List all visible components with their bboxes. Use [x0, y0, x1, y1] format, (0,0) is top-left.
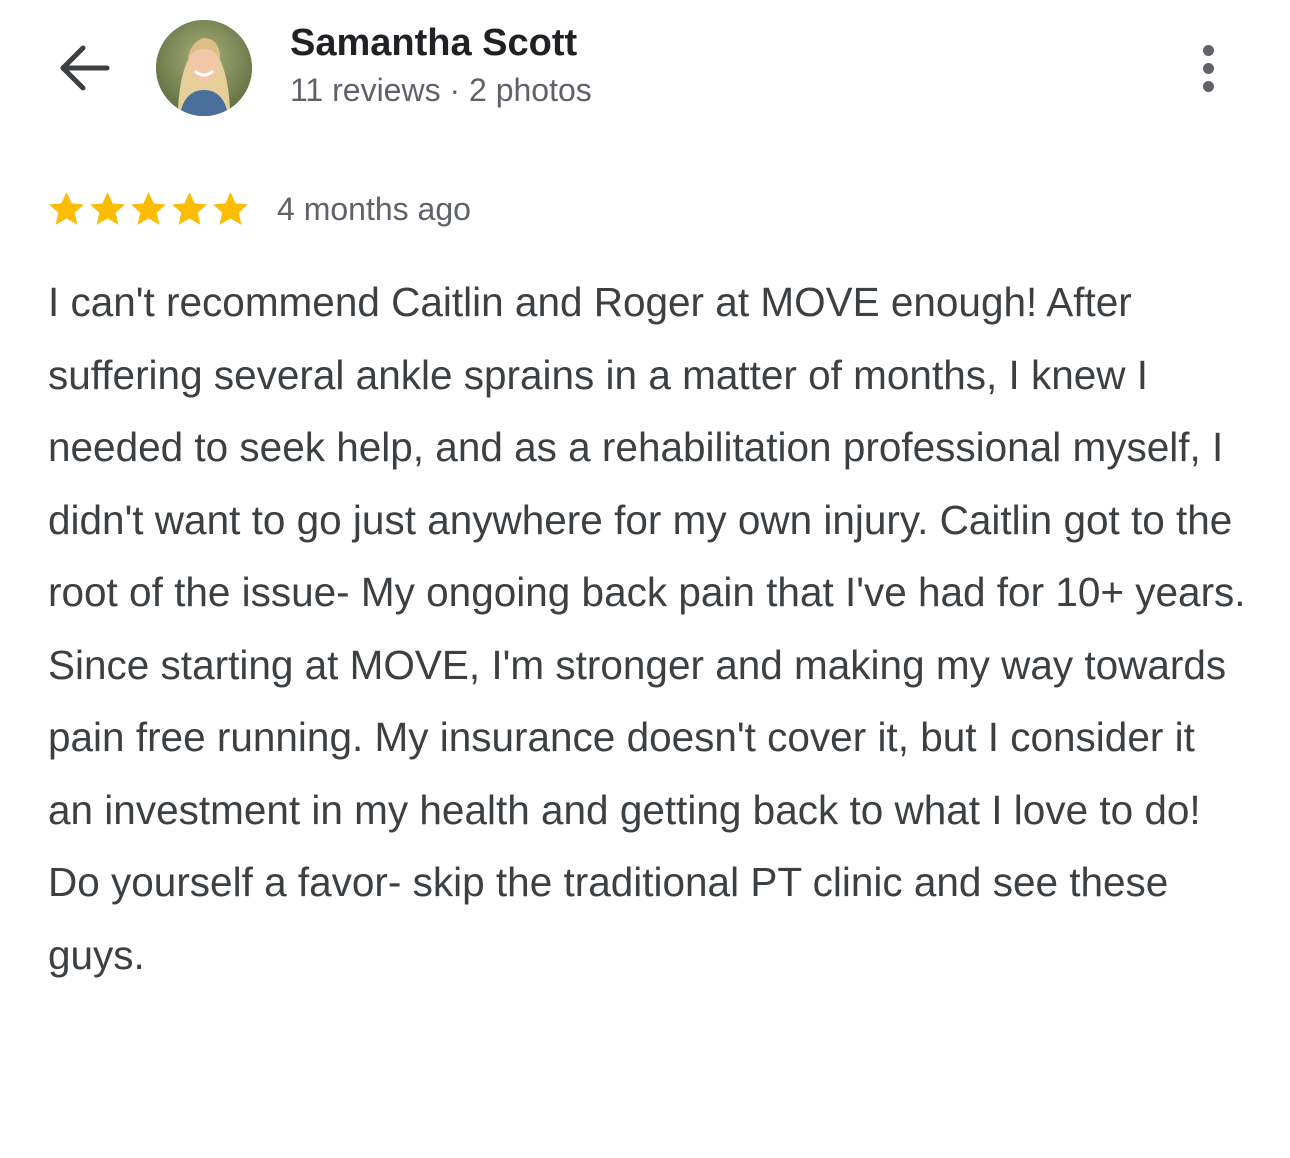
more-options-button[interactable]: [1186, 36, 1230, 100]
rating-row: 4 months ago: [46, 186, 471, 232]
star-icon: [213, 191, 248, 225]
star-icon: [172, 191, 207, 225]
star-icon: [90, 191, 125, 225]
back-button[interactable]: [52, 38, 116, 98]
star-icon: [49, 191, 84, 225]
review-text: I can't recommend Caitlin and Roger at M…: [48, 279, 1246, 978]
more-vertical-icon-dot: [1202, 62, 1214, 74]
review-header: Samantha Scott 11 reviews · 2 photos: [0, 0, 1290, 140]
avatar[interactable]: [156, 20, 252, 116]
reviewer-name[interactable]: Samantha Scott: [290, 22, 577, 65]
more-vertical-icon: [1202, 44, 1214, 56]
more-vertical-icon-dot: [1202, 80, 1214, 92]
review-timestamp: 4 months ago: [277, 190, 471, 227]
profile-photo-icon: [156, 20, 252, 116]
star-icon: [131, 191, 166, 225]
star-rating: [46, 189, 251, 230]
arrow-left-icon: [60, 45, 110, 91]
reviewer-meta: 11 reviews · 2 photos: [290, 72, 592, 108]
